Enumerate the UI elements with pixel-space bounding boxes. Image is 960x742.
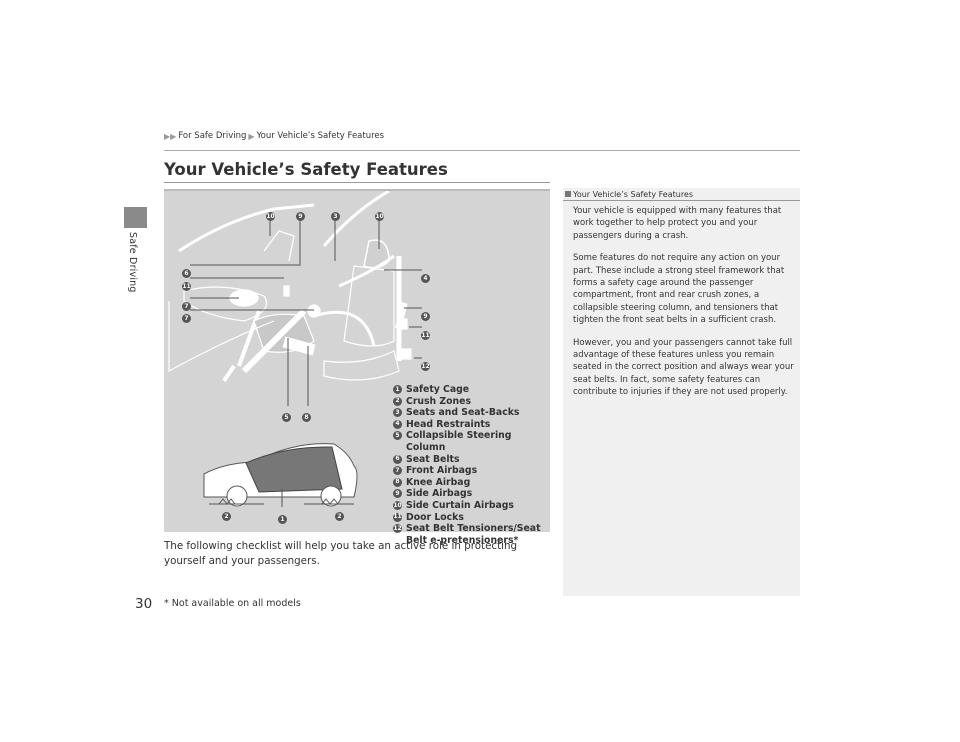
callout-badge: 2 (335, 503, 348, 522)
callout-badge: 3 (331, 203, 344, 222)
breadcrumb-arrow-icon: ▶ (248, 131, 255, 141)
figure-legend: 1 Safety Cage 2 Crush Zones 3 Seats and Sea… (393, 384, 550, 546)
breadcrumb-item[interactable]: For Safe Driving (178, 131, 246, 141)
callout-badge: 11 (421, 331, 430, 340)
callout-badge: 9 (421, 303, 434, 322)
safety-features-figure: 10 9 3 10 6 11 7 7 4 9 11 12 5 8 2 1 2 1… (164, 189, 550, 546)
reference-icon (565, 191, 571, 197)
side-note-paragraph: Your vehicle is equipped with many featu… (573, 206, 782, 241)
legend-item: 1 Safety Cage (393, 384, 550, 396)
car-side-view (203, 443, 358, 507)
side-note-body: Your vehicle is equipped with many featu… (573, 205, 795, 409)
side-note-heading: Your Vehicle’s Safety Features (563, 188, 800, 201)
legend-item: 6 Seat Belts (393, 454, 550, 466)
page-title: Your Vehicle’s Safety Features (164, 160, 448, 179)
curtain-airbag-left (178, 203, 315, 253)
legend-item: 2 Crush Zones (393, 396, 550, 408)
callout-badge: 11 (182, 282, 191, 291)
header-rule (164, 150, 800, 151)
callout-badge: 10 (266, 212, 275, 221)
breadcrumb: ▶▶ For Safe Driving ▶ Your Vehicle’s Saf… (164, 131, 384, 141)
legend-item: 9 Side Airbags (393, 488, 550, 500)
side-note-title[interactable]: Your Vehicle’s Safety Features (573, 190, 693, 199)
legend-item: 3 Seats and Seat-Backs (393, 407, 550, 419)
legend-item: 5 Collapsible Steering Column (393, 430, 550, 453)
title-rule (164, 182, 550, 183)
footnote: * Not available on all models (164, 598, 301, 609)
page-number: 30 (135, 596, 153, 612)
legend-item: 11 Door Locks (393, 511, 464, 523)
breadcrumb-item[interactable]: Your Vehicle’s Safety Features (257, 131, 385, 141)
legend-item: 8 Knee Airbag (393, 477, 550, 489)
section-tab (124, 207, 147, 228)
callout-badge: 1 (278, 506, 291, 525)
callout-badge: 4 (421, 265, 434, 284)
legend-item: 7 Front Airbags (393, 465, 550, 477)
section-label: Safe Driving (127, 232, 138, 293)
callout-badge: 5 (282, 404, 295, 423)
callout-badge: 12 (421, 362, 430, 371)
legend-item: 10 Side Curtain Airbags (393, 499, 514, 511)
callout-badge: 10 (375, 212, 384, 221)
side-note-paragraph: Some features do not require any action … (573, 253, 785, 326)
callout-badge: 7 (182, 305, 195, 324)
callout-badge: 2 (222, 503, 235, 522)
breadcrumb-arrow-icon: ▶▶ (164, 131, 177, 141)
side-note-panel: Your Vehicle’s Safety Features Your vehi… (563, 188, 800, 596)
callout-badge: 9 (296, 203, 309, 222)
intro-paragraph: The following checklist will help you ta… (164, 540, 518, 567)
callout-badge: 8 (302, 404, 315, 423)
side-note-paragraph: However, you and your passengers cannot … (573, 337, 794, 398)
legend-item: 4 Head Restraints (393, 419, 550, 431)
